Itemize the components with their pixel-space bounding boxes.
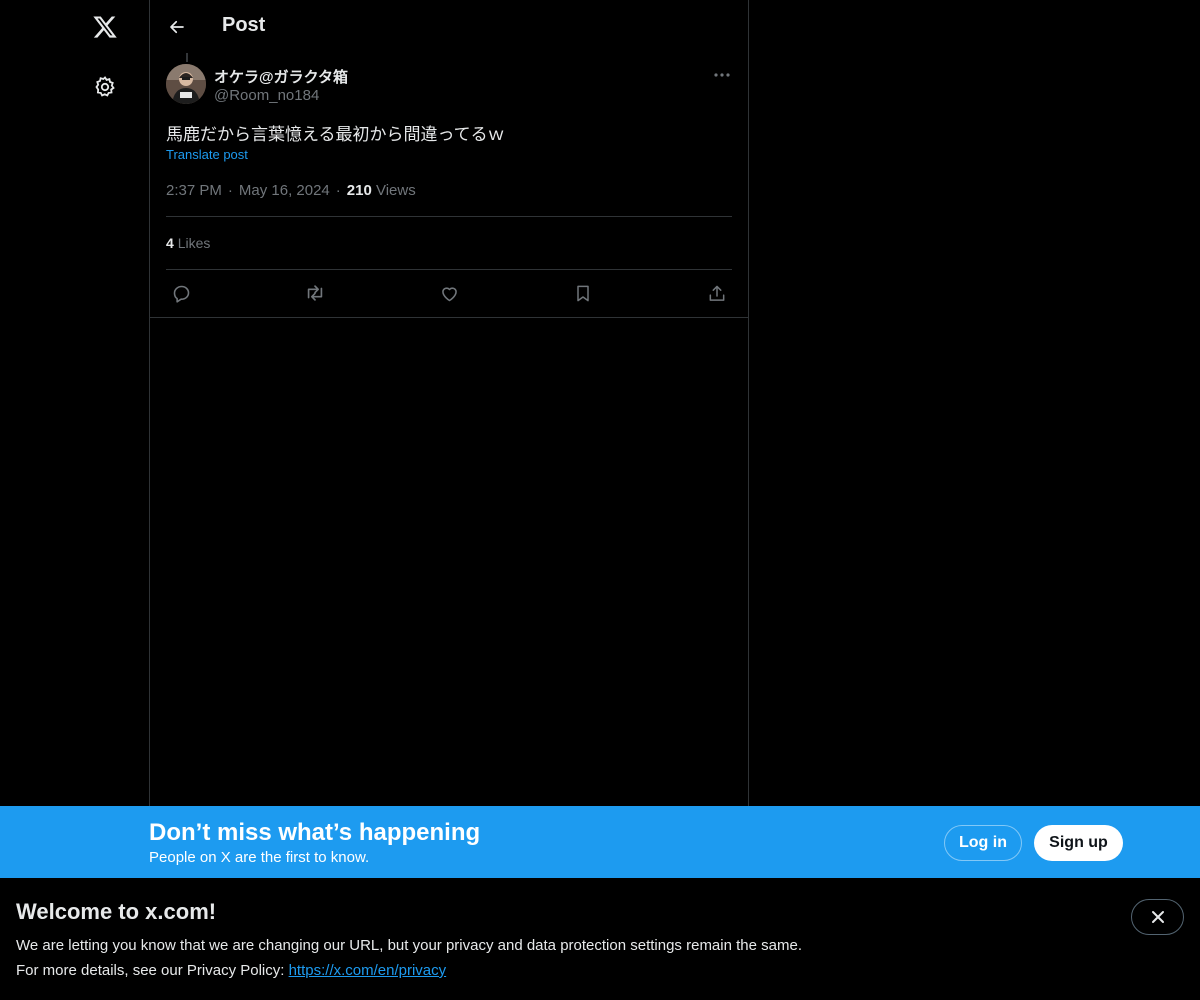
likes-count: 4 — [166, 235, 174, 251]
arrow-left-icon[interactable] — [162, 12, 192, 42]
welcome-message: We are letting you know that we are chan… — [16, 937, 802, 954]
author-name[interactable]: オケラ@ガラクタ箱 — [214, 66, 348, 87]
welcome-title: Welcome to x.com! — [16, 899, 217, 924]
gear-icon[interactable] — [92, 74, 118, 100]
action-bar — [166, 280, 732, 306]
translate-post-link[interactable]: Translate post — [166, 147, 248, 162]
repost-icon[interactable] — [302, 280, 328, 306]
heart-icon[interactable] — [436, 280, 462, 306]
privacy-policy-link[interactable]: https://x.com/en/privacy — [289, 962, 447, 979]
privacy-line-text: For more details, see our Privacy Policy… — [16, 962, 289, 979]
log-in-button[interactable]: Log in — [944, 825, 1022, 861]
post-text: 馬鹿だから言葉憶える最初から間違ってるｗ — [166, 125, 505, 144]
thread-line — [186, 53, 188, 62]
likes-link[interactable]: 4 Likes — [166, 235, 210, 251]
banner-subtitle: People on X are the first to know. — [149, 849, 370, 866]
top-bar: Post — [150, 0, 748, 53]
author-handle[interactable]: @Room_no184 — [214, 87, 319, 104]
avatar[interactable] — [166, 64, 206, 104]
divider — [166, 269, 732, 270]
divider — [166, 216, 732, 217]
page-title: Post — [222, 14, 266, 36]
banner-title: Don’t miss what’s happening — [149, 819, 481, 846]
separator-dot: · — [335, 182, 341, 199]
bookmark-icon[interactable] — [570, 280, 596, 306]
sign-up-button[interactable]: Sign up — [1034, 825, 1123, 861]
likes-label: Likes — [177, 235, 211, 251]
post-meta: 2:37 PM · May 16, 2024 · 210 Views — [166, 182, 416, 199]
post-date[interactable]: May 16, 2024 — [239, 182, 330, 199]
post-time[interactable]: 2:37 PM — [166, 182, 222, 199]
divider — [150, 317, 748, 318]
reply-icon[interactable] — [168, 280, 194, 306]
x-logo-icon[interactable] — [89, 11, 121, 43]
share-icon[interactable] — [704, 280, 730, 306]
more-dots-icon[interactable] — [710, 66, 734, 84]
welcome-privacy-line: For more details, see our Privacy Policy… — [16, 962, 446, 979]
views-label: Views — [375, 182, 416, 199]
close-icon[interactable] — [1131, 899, 1184, 935]
separator-dot: · — [227, 182, 233, 199]
views-count: 210 — [346, 182, 372, 199]
